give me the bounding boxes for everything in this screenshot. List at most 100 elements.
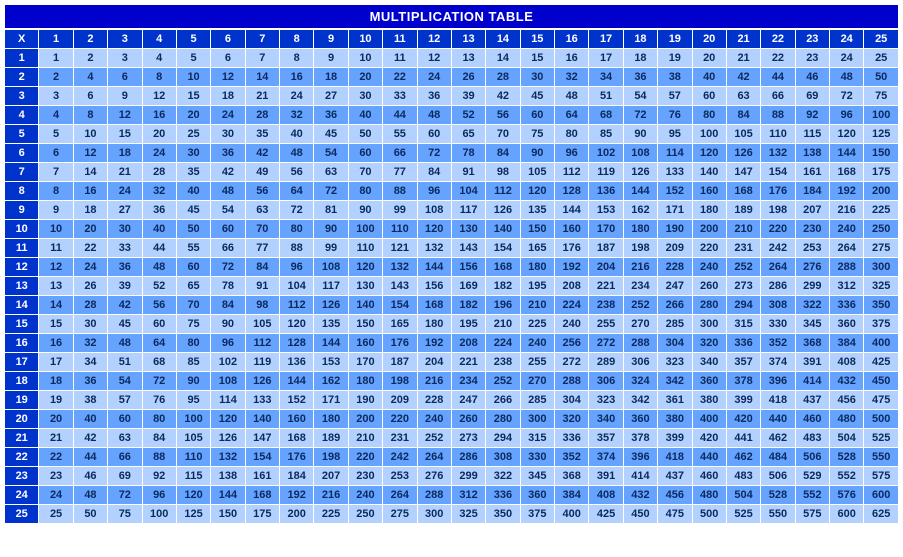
- cell: 130: [348, 277, 382, 296]
- cell: 38: [658, 68, 692, 87]
- cell: 48: [108, 334, 142, 353]
- cell: 250: [864, 220, 899, 239]
- cell: 133: [658, 163, 692, 182]
- cell: 6: [211, 49, 245, 68]
- cell: 2: [39, 68, 73, 87]
- cell: 60: [692, 87, 726, 106]
- cell: 204: [589, 258, 623, 277]
- cell: 140: [486, 220, 520, 239]
- cell: 84: [486, 144, 520, 163]
- cell: 76: [142, 391, 176, 410]
- cell: 414: [795, 372, 829, 391]
- row-header: 15: [5, 315, 39, 334]
- cell: 56: [245, 182, 279, 201]
- cell: 345: [520, 467, 554, 486]
- cell: 264: [417, 448, 451, 467]
- cell: 198: [314, 448, 348, 467]
- cell: 30: [211, 125, 245, 144]
- cell: 299: [795, 277, 829, 296]
- col-header: 25: [864, 30, 899, 49]
- cell: 28: [245, 106, 279, 125]
- cell: 6: [39, 144, 73, 163]
- cell: 24: [108, 182, 142, 201]
- cell: 25: [176, 125, 210, 144]
- cell: 120: [692, 144, 726, 163]
- cell: 322: [486, 467, 520, 486]
- cell: 504: [726, 486, 760, 505]
- cell: 40: [348, 106, 382, 125]
- cell: 189: [726, 201, 760, 220]
- cell: 50: [864, 68, 899, 87]
- row-header: 21: [5, 429, 39, 448]
- cell: 384: [830, 334, 864, 353]
- cell: 143: [383, 277, 417, 296]
- cell: 66: [211, 239, 245, 258]
- table-row: 6612182430364248546066727884909610210811…: [5, 144, 899, 163]
- cell: 100: [864, 106, 899, 125]
- cell: 50: [176, 220, 210, 239]
- cell: 230: [795, 220, 829, 239]
- cell: 256: [555, 334, 589, 353]
- cell: 506: [761, 467, 795, 486]
- cell: 240: [348, 486, 382, 505]
- cell: 39: [451, 87, 485, 106]
- cell: 182: [486, 277, 520, 296]
- cell: 32: [555, 68, 589, 87]
- cell: 315: [726, 315, 760, 334]
- cell: 80: [176, 334, 210, 353]
- cell: 18: [39, 372, 73, 391]
- col-header: 16: [555, 30, 589, 49]
- col-header: 24: [830, 30, 864, 49]
- cell: 78: [211, 277, 245, 296]
- cell: 32: [73, 334, 107, 353]
- cell: 484: [761, 448, 795, 467]
- cell: 196: [486, 296, 520, 315]
- cell: 450: [864, 372, 899, 391]
- cell: 23: [39, 467, 73, 486]
- cell: 576: [830, 486, 864, 505]
- row-header: 19: [5, 391, 39, 410]
- cell: 112: [245, 334, 279, 353]
- cell: 272: [555, 353, 589, 372]
- cell: 102: [589, 144, 623, 163]
- cell: 184: [280, 467, 314, 486]
- cell: 70: [245, 220, 279, 239]
- cell: 162: [314, 372, 348, 391]
- cell: 64: [142, 334, 176, 353]
- cell: 25: [39, 505, 73, 524]
- cell: 180: [314, 410, 348, 429]
- col-header: 17: [589, 30, 623, 49]
- cell: 85: [176, 353, 210, 372]
- cell: 460: [692, 467, 726, 486]
- col-header: 18: [623, 30, 657, 49]
- cell: 3: [39, 87, 73, 106]
- cell: 72: [211, 258, 245, 277]
- table-row: 1010203040506070809010011012013014015016…: [5, 220, 899, 239]
- cell: 231: [726, 239, 760, 258]
- cell: 27: [108, 201, 142, 220]
- cell: 12: [142, 87, 176, 106]
- cell: 3: [108, 49, 142, 68]
- cell: 30: [520, 68, 554, 87]
- row-header: 2: [5, 68, 39, 87]
- cell: 114: [211, 391, 245, 410]
- cell: 45: [108, 315, 142, 334]
- cell: 228: [658, 258, 692, 277]
- cell: 66: [761, 87, 795, 106]
- cell: 209: [658, 239, 692, 258]
- cell: 350: [864, 296, 899, 315]
- cell: 13: [451, 49, 485, 68]
- cell: 14: [39, 296, 73, 315]
- cell: 340: [692, 353, 726, 372]
- cell: 273: [451, 429, 485, 448]
- cell: 192: [830, 182, 864, 201]
- cell: 528: [830, 448, 864, 467]
- cell: 25: [864, 49, 899, 68]
- table-row: 1123456789101112131415161718192021222324…: [5, 49, 899, 68]
- cell: 20: [142, 125, 176, 144]
- cell: 210: [486, 315, 520, 334]
- cell: 150: [211, 505, 245, 524]
- col-header: 22: [761, 30, 795, 49]
- cell: 304: [555, 391, 589, 410]
- cell: 260: [692, 277, 726, 296]
